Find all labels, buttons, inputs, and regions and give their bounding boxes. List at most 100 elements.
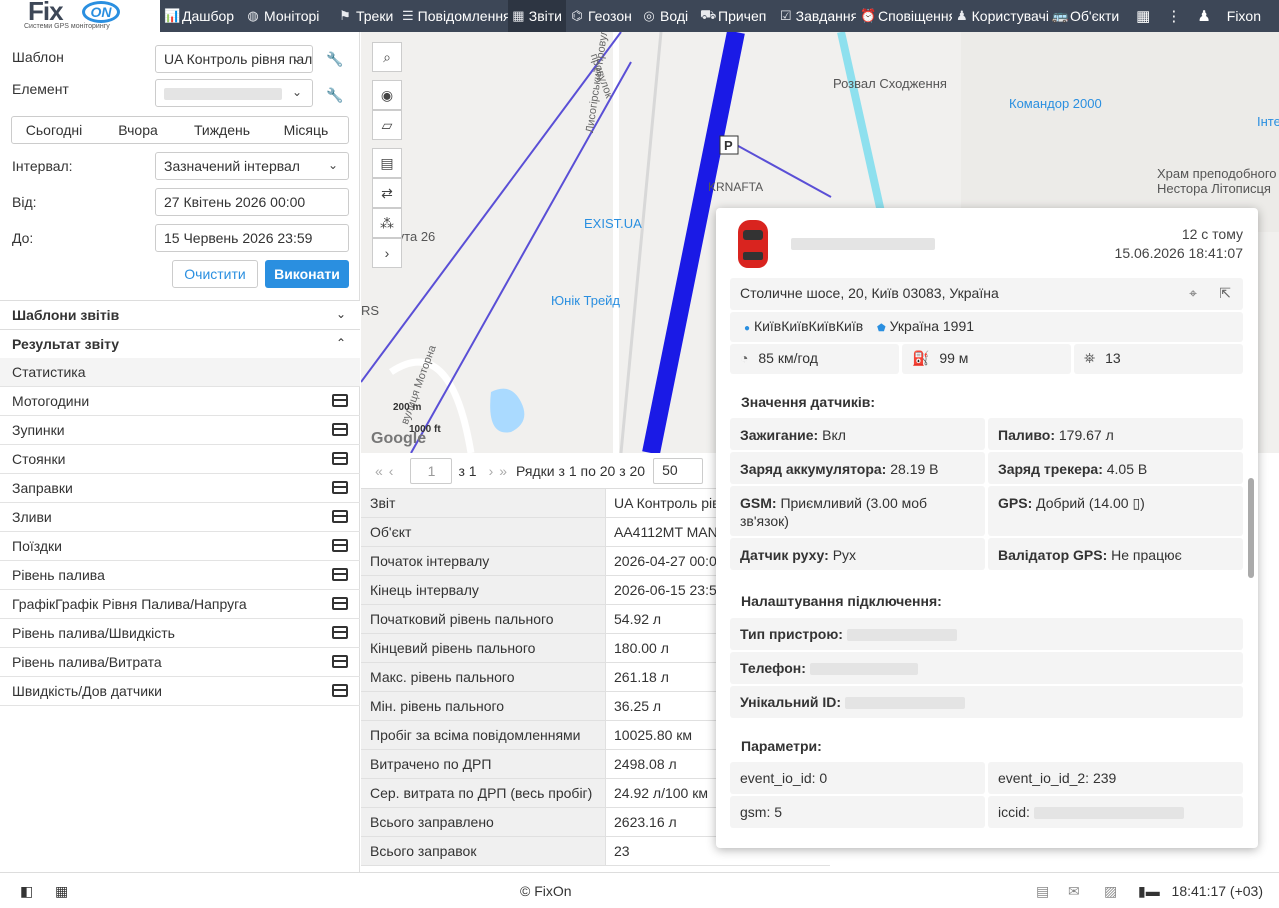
nav-item-alarm[interactable]: ⏰ Сповіщення: [856, 0, 952, 32]
table-icon[interactable]: [332, 597, 348, 610]
external-link-icon[interactable]: ⇱: [1219, 285, 1231, 302]
apps-grid-icon[interactable]: ▦: [55, 883, 68, 900]
map-layers-icon[interactable]: ▱: [372, 110, 402, 140]
table-icon[interactable]: [332, 452, 348, 465]
table-cell-key: Макс. рівень пального: [361, 663, 606, 691]
mail-icon[interactable]: ✉: [1068, 883, 1080, 900]
report-result-label: ГрафікГрафік Рівня Палива/Напруга: [12, 596, 247, 612]
messages-icon[interactable]: ▤: [1036, 883, 1049, 900]
more-vertical-icon[interactable]: ⋮: [1158, 7, 1189, 25]
nav-item-users[interactable]: ♟ Користувачі: [952, 0, 1048, 32]
table-cell-key: Пробіг за всіма повідомленнями: [361, 721, 606, 749]
rows-per-page-select[interactable]: 50: [653, 457, 704, 484]
eye-icon[interactable]: ◉: [372, 80, 402, 110]
sensor-label: Зажигание:: [740, 427, 819, 443]
chevron-right-icon[interactable]: ›: [372, 238, 402, 268]
bus-icon: 🚌: [1052, 8, 1069, 23]
users-icon: ♟: [956, 8, 968, 23]
wrench-icon[interactable]: 🔧: [326, 51, 343, 68]
report-result-item[interactable]: Швидкість/Дов датчики: [0, 677, 360, 706]
from-date-input[interactable]: 27 Квітень 2026 00:00: [155, 188, 349, 216]
satellites-cell: ⛯ 13: [1074, 344, 1243, 374]
first-page-icon[interactable]: «: [375, 463, 383, 479]
table-icon[interactable]: [332, 394, 348, 407]
report-result-item[interactable]: ГрафікГрафік Рівня Палива/Напруга: [0, 590, 360, 619]
user-icon[interactable]: ♟: [1189, 7, 1218, 25]
report-result-item[interactable]: Рівень палива: [0, 561, 360, 590]
report-result-item[interactable]: Поїздки: [0, 532, 360, 561]
table-cell-key: Всього заправлено: [361, 808, 606, 836]
element-select[interactable]: ⌄: [155, 79, 313, 107]
apps-grid-icon[interactable]: ▦: [1128, 7, 1158, 25]
sensor-value: 28.19 В: [890, 461, 939, 477]
interval-label: Інтервал:: [12, 158, 73, 174]
rows-range: Рядки з 1 по 20 з 20: [516, 462, 646, 479]
nav-item-geofence[interactable]: ⌬ Геозон: [566, 0, 638, 32]
report-result-section[interactable]: Результат звіту ⌃: [0, 329, 360, 358]
table-icon[interactable]: [332, 539, 348, 552]
nav-item-drivers[interactable]: ◎ Воді: [638, 0, 696, 32]
layout-icon[interactable]: ▮▬: [1138, 883, 1160, 900]
nav-item-reports[interactable]: ▦ Звіти: [508, 0, 566, 32]
table-icon[interactable]: [332, 481, 348, 494]
nav-item-label: Сповіщення: [878, 8, 952, 24]
from-label: Від:: [12, 194, 37, 210]
table-icon[interactable]: [332, 626, 348, 639]
nodes-icon[interactable]: ⁂: [372, 208, 402, 238]
route-icon[interactable]: ⇄: [372, 178, 402, 208]
parking-glyph: P: [724, 138, 733, 153]
report-result-item[interactable]: Мотогодини: [0, 387, 360, 416]
interval-select[interactable]: Зазначений інтервал ⌄: [155, 152, 349, 180]
nav-item-tracks[interactable]: ⚑ Треки: [334, 0, 398, 32]
last-update-ago: 12 с тому: [1181, 226, 1243, 242]
table-icon[interactable]: [332, 510, 348, 523]
main-menu: 📊 Дашбор ◍ Моніторі ⚑ Треки ☰ Повідомлення ▦ Звіт…: [160, 0, 1128, 32]
to-date-input[interactable]: 15 Червень 2026 23:59: [155, 224, 349, 252]
run-button[interactable]: Виконати: [265, 260, 349, 288]
nav-item-tasks[interactable]: ☑ Завдання: [776, 0, 856, 32]
next-page-icon[interactable]: ›: [489, 463, 494, 479]
prev-page-icon[interactable]: ‹: [389, 463, 394, 479]
nav-item-bus[interactable]: 🚌 Об'єкти: [1048, 0, 1128, 32]
report-result-item[interactable]: Статистика: [0, 358, 360, 387]
table-icon[interactable]: [332, 568, 348, 581]
period-yesterday[interactable]: Вчора: [96, 117, 180, 143]
group-row: ● КиївКиївКиївКиїв ⬟ Україна 1991: [730, 312, 1243, 342]
table-icon[interactable]: [332, 684, 348, 697]
period-week[interactable]: Тиждень: [180, 117, 264, 143]
report-result-item[interactable]: Стоянки: [0, 445, 360, 474]
nav-item-label: Причеп: [718, 8, 767, 24]
period-today[interactable]: Сьогодні: [12, 117, 96, 143]
report-result-item[interactable]: Рівень палива/Швидкість: [0, 619, 360, 648]
nav-item-trailers[interactable]: ⛟ Причеп: [696, 0, 776, 32]
nav-item-chart[interactable]: 📊 Дашбор: [160, 0, 242, 32]
user-name[interactable]: Fixon: [1219, 8, 1279, 24]
search-icon[interactable]: ⌕: [372, 42, 402, 72]
fixon-logo[interactable]: Fix ON Системи GPS моніторингу: [0, 0, 160, 32]
nav-item-messages[interactable]: ☰ Повідомлення: [398, 0, 508, 32]
template-select[interactable]: UA Контроль рівня палива⌄: [155, 45, 313, 73]
ruler-icon[interactable]: ▤: [372, 148, 402, 178]
sensor-cell: Заряд аккумулятора: 28.19 В: [730, 452, 985, 484]
report-templates-section[interactable]: Шаблони звітів ⌄: [0, 300, 360, 329]
page-total: з 1: [458, 462, 477, 479]
panel-toggle-icon[interactable]: ◧: [20, 883, 33, 900]
table-icon[interactable]: [332, 655, 348, 668]
report-result-item[interactable]: Заправки: [0, 474, 360, 503]
wrench-icon[interactable]: 🔧: [326, 87, 343, 104]
table-cell-key: Кінець інтервалу: [361, 576, 606, 604]
period-month[interactable]: Місяць: [264, 117, 348, 143]
report-result-item[interactable]: Рівень палива/Витрата: [0, 648, 360, 677]
nav-item-globe[interactable]: ◍ Моніторі: [242, 0, 334, 32]
pin-icon[interactable]: ⌖: [1189, 285, 1197, 302]
popup-scrollbar[interactable]: [1248, 478, 1254, 578]
report-result-item[interactable]: Зливи: [0, 503, 360, 532]
phone-row: Телефон:: [730, 652, 1243, 684]
sensor-cell: Заряд трекера: 4.05 В: [988, 452, 1243, 484]
page-input[interactable]: 1: [410, 457, 453, 484]
clear-button[interactable]: Очистити: [172, 260, 258, 288]
image-icon[interactable]: ▨: [1104, 883, 1117, 900]
table-icon[interactable]: [332, 423, 348, 436]
report-result-item[interactable]: Зупинки: [0, 416, 360, 445]
last-page-icon[interactable]: »: [499, 463, 507, 479]
